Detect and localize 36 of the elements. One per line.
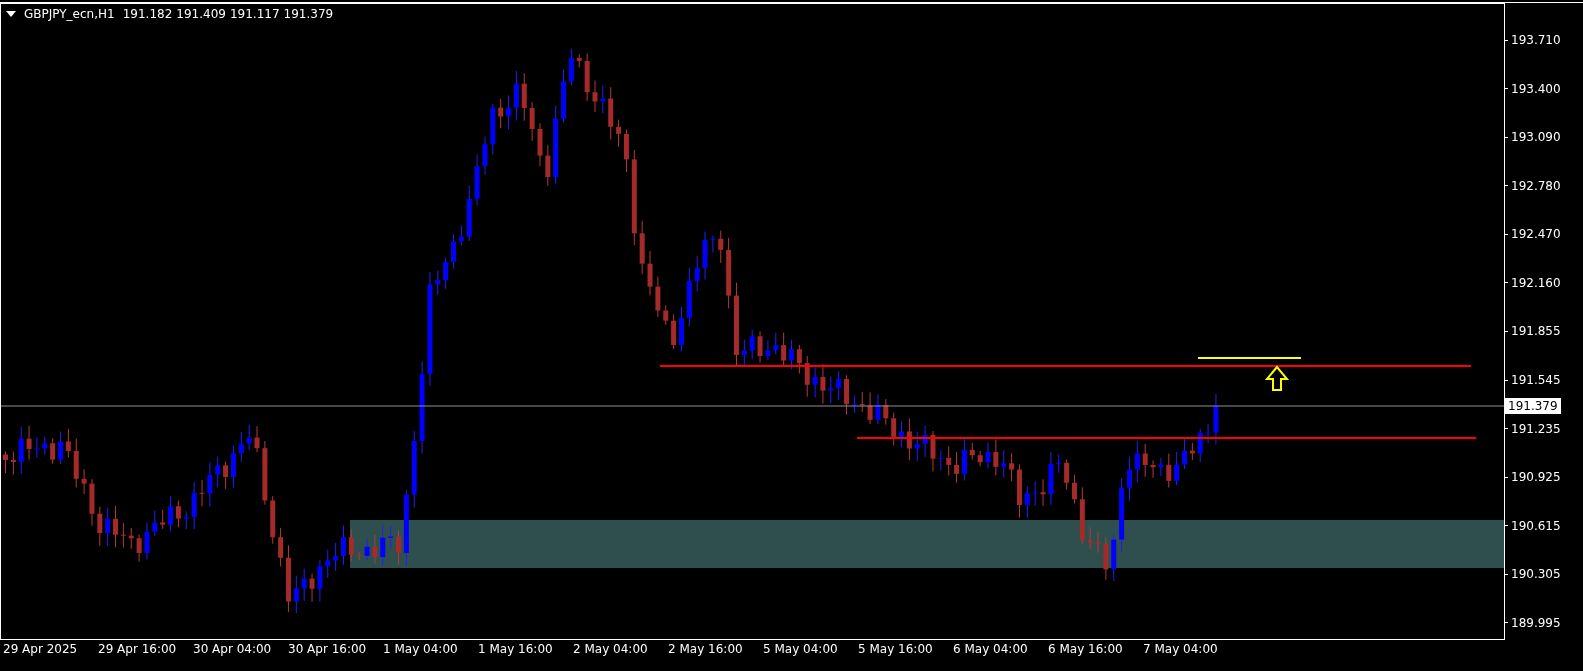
ohlc-value: 191.182 xyxy=(122,7,173,21)
price-tick-label: 193.710 xyxy=(1511,33,1561,47)
ohlc-value: 191.379 xyxy=(283,7,334,21)
up-arrow-icon[interactable] xyxy=(1264,365,1290,391)
time-tick-label: 30 Apr 16:00 xyxy=(288,641,368,658)
support-line[interactable] xyxy=(856,437,1477,439)
price-tick-label: 191.235 xyxy=(1511,421,1561,436)
target-line[interactable] xyxy=(1197,357,1302,359)
dropdown-triangle-icon[interactable] xyxy=(6,10,16,18)
price-tick-label: 190.305 xyxy=(1511,567,1561,582)
time-tick-label: 6 May 16:00 xyxy=(1048,641,1124,658)
price-tick-label: 191.855 xyxy=(1511,324,1561,339)
time-tick-label: 1 May 04:00 xyxy=(383,641,459,658)
time-tick-label: 30 Apr 04:00 xyxy=(193,641,273,658)
time-tick-label: 5 May 16:00 xyxy=(858,641,934,658)
price-tick-label: 189.995 xyxy=(1511,615,1561,630)
time-tick-label: 6 May 04:00 xyxy=(953,641,1029,658)
price-tick-label: 190.615 xyxy=(1511,518,1561,533)
price-tick-label: 192.160 xyxy=(1511,275,1561,290)
ohlc-value: 191.117 xyxy=(229,7,280,21)
time-tick-label: 1 May 16:00 xyxy=(478,641,554,658)
ohlc-value: 191.409 xyxy=(176,7,226,21)
symbol-label: GBPJPY_ecn,H1 xyxy=(24,7,115,21)
price-tick-label: 193.090 xyxy=(1511,130,1561,145)
price-tick-label: 191.545 xyxy=(1511,373,1561,388)
time-tick-label: 2 May 16:00 xyxy=(668,641,744,658)
time-tick-label: 5 May 04:00 xyxy=(763,641,839,658)
time-tick-label: 2 May 04:00 xyxy=(573,641,649,658)
time-tick-label: 29 Apr 2025 xyxy=(3,641,79,658)
time-tick-label: 29 Apr 16:00 xyxy=(98,641,178,658)
time-tick-label: 7 May 04:00 xyxy=(1143,641,1219,658)
price-tick-label: 190.925 xyxy=(1511,470,1561,485)
price-tick-label: 192.780 xyxy=(1511,178,1561,193)
price-tick-label: 192.470 xyxy=(1511,227,1561,242)
current-price-label: 191.379 xyxy=(1505,398,1561,414)
price-tick-label: 193.400 xyxy=(1511,81,1561,96)
